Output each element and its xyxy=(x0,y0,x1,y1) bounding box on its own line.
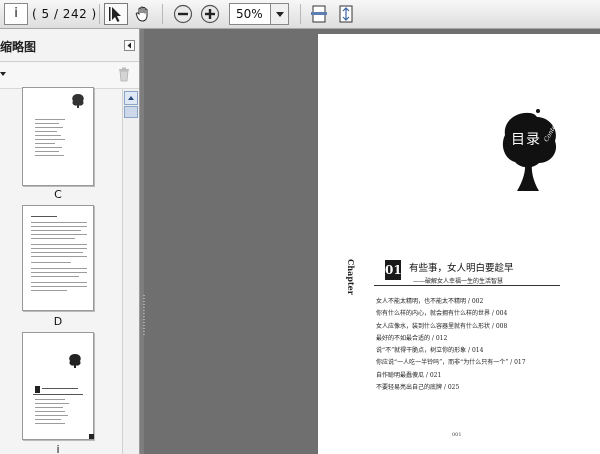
panel-title: 缩略图 xyxy=(0,40,37,54)
toolbar-divider xyxy=(300,4,301,24)
options-dropdown-icon[interactable] xyxy=(0,72,6,76)
tree-illustration-icon xyxy=(69,354,81,368)
select-tool-button[interactable] xyxy=(104,3,128,25)
toolbar-divider xyxy=(162,4,163,24)
toc-entry[interactable]: 最好的不如最合适的 / 012 xyxy=(376,333,526,345)
chevron-down-icon xyxy=(275,11,284,17)
zoom-in-icon xyxy=(200,4,220,24)
toc-entry[interactable]: 说“不”就得干脆点，树立你的形象 / 014 xyxy=(376,345,526,357)
scroll-thumb[interactable] xyxy=(124,106,138,118)
fit-width-icon xyxy=(311,5,327,23)
zoom-in-button[interactable] xyxy=(198,3,222,25)
trash-icon xyxy=(119,67,129,82)
zoom-out-icon xyxy=(173,4,193,24)
panel-splitter[interactable] xyxy=(140,29,144,454)
fit-page-icon xyxy=(339,5,353,23)
hand-icon xyxy=(135,6,148,22)
delete-page-button[interactable] xyxy=(118,67,130,86)
splitter-grip[interactable] xyxy=(143,295,145,335)
scroll-up-button[interactable] xyxy=(124,91,138,105)
chapter-title: 有些事，女人明白要趁早 xyxy=(409,263,514,274)
page-number: 001 xyxy=(452,432,462,438)
thumbnail-label: D xyxy=(53,315,63,328)
collapse-panel-button[interactable] xyxy=(124,40,135,51)
tree-illustration-icon xyxy=(502,109,557,191)
zoom-dropdown-button[interactable] xyxy=(271,3,289,25)
thumbnails-panel: 缩略图 C D i xyxy=(0,29,140,454)
page-thumbnail[interactable] xyxy=(22,332,94,440)
page-thumbnail[interactable] xyxy=(22,87,94,186)
cursor-arrow-icon xyxy=(109,7,121,22)
toc-entry[interactable]: 不要轻易亮出自己的底牌 / 025 xyxy=(376,382,526,394)
thumbnail-label: C xyxy=(54,188,62,201)
thumbnail-scrollbar[interactable] xyxy=(122,89,139,454)
fit-width-button[interactable] xyxy=(307,3,331,25)
chapter-side-label: Chapter xyxy=(346,259,356,295)
chapter-divider xyxy=(374,285,560,286)
chevron-left-icon xyxy=(127,42,131,49)
toc-heading: 目录 xyxy=(511,132,541,148)
panel-toolbar xyxy=(0,62,139,89)
zoom-input[interactable]: 50% xyxy=(229,3,271,25)
page-thumbnail[interactable] xyxy=(22,205,94,311)
toolbar-divider xyxy=(99,4,100,24)
toc-entry[interactable]: 女人应像水，装到什么容器里就有什么形状 / 008 xyxy=(376,321,526,333)
tree-illustration-icon xyxy=(72,94,84,108)
fit-page-button[interactable] xyxy=(334,3,358,25)
toc-entry[interactable]: 自作聪明最蠢傻瓜 / 021 xyxy=(376,370,526,382)
toolbar: i ( 5 / 242 ) 50% xyxy=(0,0,600,29)
chapter-number: 01 xyxy=(385,260,402,280)
toc-list: 女人不能太精明，也不能太不精明 / 002 你有什么样的内心，就会拥有什么样的世… xyxy=(376,296,526,394)
panel-header: 缩略图 xyxy=(0,29,139,62)
page-indicator: ( 5 / 242 ) xyxy=(32,7,97,21)
chapter-subtitle: ——破解女人幸福一生的生活智慧 xyxy=(413,278,504,285)
document-page: 目录 Contents Chapter 01 有些事，女人明白要趁早 ——破解女… xyxy=(318,34,600,454)
hand-tool-button[interactable] xyxy=(131,3,155,25)
document-properties-button[interactable]: i xyxy=(4,3,28,25)
chevron-up-icon xyxy=(128,96,134,100)
toc-entry[interactable]: 女人不能太精明，也不能太不精明 / 002 xyxy=(376,296,526,308)
thumbnail-list[interactable]: C D i xyxy=(0,87,122,454)
zoom-out-button[interactable] xyxy=(171,3,195,25)
toc-entry[interactable]: 你应说“一人吃一半铃吗”，而非“为什么只有一个” / 017 xyxy=(376,357,526,369)
thumbnail-label: i xyxy=(56,443,60,454)
toc-entry[interactable]: 你有什么样的内心，就会拥有什么样的世界 / 004 xyxy=(376,308,526,320)
